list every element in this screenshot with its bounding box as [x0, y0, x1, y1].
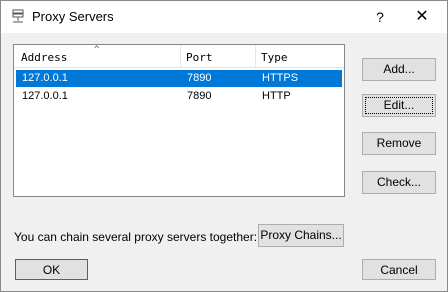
title-bar[interactable]: Proxy Servers ? ✕	[1, 1, 447, 33]
close-button[interactable]: ✕	[411, 7, 433, 27]
proxy-servers-dialog: Proxy Servers ? ✕ Address ^ Port Type 12…	[0, 0, 448, 292]
proxy-chains-button[interactable]: Proxy Chains...	[258, 224, 344, 247]
add-button[interactable]: Add...	[362, 58, 436, 81]
server-icon	[11, 9, 25, 25]
sort-ascending-icon: ^	[94, 45, 100, 55]
check-button[interactable]: Check...	[362, 171, 436, 194]
type-cell: HTTPS	[262, 72, 299, 84]
chain-description: You can chain several proxy servers toge…	[14, 230, 258, 244]
address-cell: 127.0.0.1	[22, 90, 68, 102]
address-cell: 127.0.0.1	[22, 72, 68, 84]
column-header-type[interactable]: Type	[256, 45, 342, 67]
ok-button[interactable]: OK	[15, 259, 88, 280]
port-cell: 7890	[187, 72, 212, 84]
remove-button[interactable]: Remove	[362, 132, 436, 155]
cancel-button[interactable]: Cancel	[362, 259, 436, 280]
window-title: Proxy Servers	[32, 9, 114, 24]
port-cell: 7890	[187, 90, 212, 102]
type-cell: HTTP	[262, 90, 291, 102]
proxy-list[interactable]: Address ^ Port Type 127.0.0.1 7890 HTTPS…	[13, 44, 345, 197]
edit-button[interactable]: Edit...	[362, 94, 436, 117]
list-row[interactable]: 127.0.0.1 7890 HTTPS	[16, 70, 342, 87]
list-header: Address ^ Port Type	[14, 45, 344, 68]
list-row[interactable]: 127.0.0.1 7890 HTTP	[16, 88, 342, 105]
help-button[interactable]: ?	[369, 7, 391, 27]
column-header-port[interactable]: Port	[181, 45, 255, 67]
